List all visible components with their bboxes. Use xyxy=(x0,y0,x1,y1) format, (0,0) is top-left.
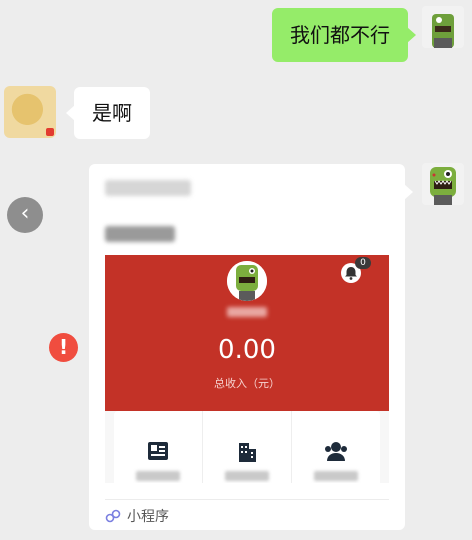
avatar-badge xyxy=(46,128,54,136)
notification-count-badge: 0 xyxy=(355,257,371,269)
self-avatar[interactable] xyxy=(422,163,464,205)
card-footer: 小程序 xyxy=(105,506,169,526)
tile-label-blurred xyxy=(314,471,358,481)
total-income-value: 0.00 xyxy=(218,335,276,365)
feature-tiles xyxy=(114,411,380,483)
id-card-icon xyxy=(148,442,168,460)
card-preview: 0 0.00 总收入（元） xyxy=(105,255,389,483)
feature-tile[interactable] xyxy=(203,411,292,483)
mini-program-user-blurred xyxy=(227,307,267,317)
users-icon xyxy=(325,442,347,461)
back-button[interactable]: ‹ xyxy=(7,197,43,233)
card-title-blurred xyxy=(105,226,175,242)
mini-program-avatar xyxy=(227,261,267,301)
total-income-label: 总收入（元） xyxy=(214,377,280,390)
feature-tile[interactable] xyxy=(114,411,203,483)
mini-program-card[interactable]: 0 0.00 总收入（元） 小程序 xyxy=(89,164,413,530)
tile-label-blurred xyxy=(136,471,180,481)
chevron-left-icon: ‹ xyxy=(20,201,30,226)
sent-message-bubble[interactable]: 我们都不行 xyxy=(272,8,416,62)
mini-program-label: 小程序 xyxy=(127,509,169,525)
card-header: 0 0.00 总收入（元） xyxy=(105,255,389,411)
tile-label-blurred xyxy=(225,471,269,481)
self-avatar[interactable] xyxy=(422,6,464,48)
received-message-bubble[interactable]: 是啊 xyxy=(66,87,150,139)
card-divider xyxy=(105,499,389,500)
send-failed-icon[interactable]: ! xyxy=(49,333,78,362)
contact-avatar[interactable] xyxy=(4,86,56,138)
building-icon xyxy=(239,443,256,462)
mini-program-icon xyxy=(105,509,121,523)
card-source-blurred xyxy=(105,180,191,196)
feature-tile[interactable] xyxy=(292,411,380,483)
